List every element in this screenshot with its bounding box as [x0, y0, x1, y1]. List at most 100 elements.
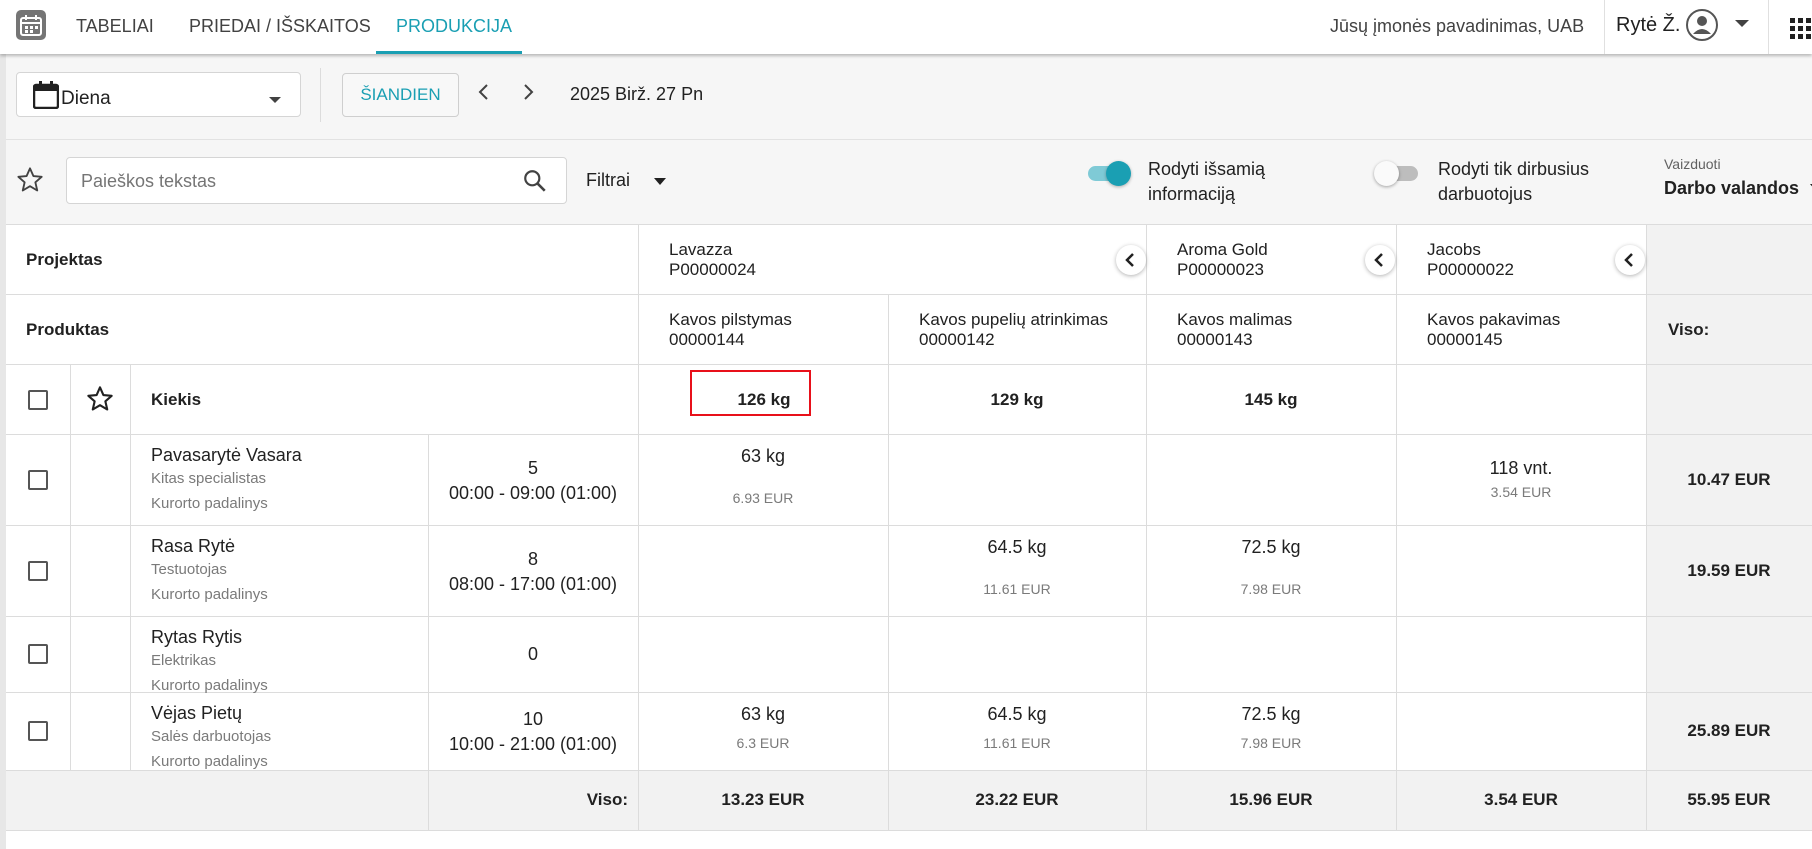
col-divider: [1396, 225, 1397, 830]
chevron-left-icon[interactable]: [476, 82, 492, 107]
row-checkbox[interactable]: [28, 721, 48, 741]
production-value: 64.5 kg: [987, 537, 1047, 557]
employee-name: Rytas Rytis: [151, 627, 243, 647]
company-name[interactable]: Jūsų įmonės pavadinimas, UAB: [1330, 16, 1584, 37]
production-eur: 7.98 EUR: [1240, 581, 1302, 597]
product-name: Kavos pilstymas: [669, 310, 792, 329]
schedule-cell: 8 08:00 - 17:00 (01:00): [428, 547, 638, 597]
employee-info[interactable]: Vėjas Pietų Salės darbuotojas Kurorto pa…: [151, 702, 271, 774]
project-code: P00000024: [669, 260, 756, 279]
product-name: Kavos malimas: [1177, 310, 1293, 329]
tab-priedai-isskaitos[interactable]: PRIEDAI / IŠSKAITOS: [189, 0, 371, 54]
employee-info[interactable]: Pavasarytė Vasara Kitas specialistas Kur…: [151, 444, 302, 516]
divider: [1768, 0, 1769, 54]
production-eur: 6.3 EUR: [736, 735, 790, 751]
project-code: P00000022: [1427, 260, 1514, 279]
row-checkbox[interactable]: [28, 644, 48, 664]
product-kavos-pilstymas: Kavos pilstymas 00000144: [669, 310, 792, 350]
star-icon[interactable]: [86, 385, 114, 418]
employee-unit: Kurorto padalinys: [151, 753, 268, 770]
tab-produkcija[interactable]: PRODUKCIJA: [376, 0, 522, 54]
top-bar: TABELIAI PRIEDAI / IŠSKAITOS PRODUKCIJA …: [0, 0, 1812, 54]
chevron-right-icon[interactable]: [520, 82, 536, 107]
footer-total: 3.54 EUR: [1484, 790, 1558, 809]
calendar-icon: [32, 81, 60, 114]
search-icon[interactable]: [522, 168, 548, 199]
row-divider: [6, 616, 1812, 617]
quantity-value: 129 kg: [990, 390, 1044, 409]
project-code: P00000023: [1177, 260, 1264, 279]
chevron-down-icon: [269, 97, 281, 103]
production-eur: 11.61 EUR: [983, 581, 1051, 597]
schedule-cell: 0: [428, 642, 638, 667]
apps-grid-icon[interactable]: [1790, 18, 1812, 45]
employee-role: Kitas specialistas: [151, 470, 267, 487]
row-divider: [6, 364, 1812, 365]
details-toggle[interactable]: [1084, 160, 1132, 186]
project-header: Projektas: [26, 250, 103, 269]
production-eur: 3.54 EUR: [1490, 483, 1552, 500]
col-divider: [130, 364, 131, 770]
worked-only-toggle-label: Rodyti tik dirbusius darbuotojus: [1438, 157, 1589, 207]
schedule-cell: 5 00:00 - 09:00 (01:00): [428, 456, 638, 506]
project-jacobs[interactable]: Jacobs P00000022: [1427, 240, 1514, 280]
project-name: Lavazza: [669, 240, 733, 259]
hours: 10: [522, 709, 544, 729]
star-icon[interactable]: [16, 166, 44, 199]
employee-unit: Kurorto padalinys: [151, 495, 268, 512]
employee-role: Testuotojas: [151, 561, 227, 578]
search-input[interactable]: [81, 168, 501, 194]
total-column-bg: [1647, 225, 1812, 770]
display-select[interactable]: Vaizduoti Darbo valandos: [1664, 156, 1812, 206]
tab-tabeliai[interactable]: TABELIAI: [76, 0, 154, 54]
product-code: 00000144: [669, 330, 745, 349]
project-lavazza[interactable]: Lavazza P00000024: [669, 240, 756, 280]
employee-role: Elektrikas: [151, 652, 217, 669]
row-divider: [6, 830, 1812, 831]
production-value: 118 vnt.: [1489, 457, 1553, 478]
select-all-checkbox[interactable]: [28, 390, 48, 410]
row-checkbox[interactable]: [28, 560, 48, 581]
footer-grand-total: 55.95 EUR: [1687, 790, 1771, 809]
row-checkbox[interactable]: [28, 469, 48, 490]
divider: [320, 68, 321, 122]
row-total: 10.47 EUR: [1687, 469, 1771, 489]
product-kavos-pakavimas: Kavos pakavimas 00000145: [1427, 310, 1560, 350]
details-toggle-label-line1: Rodyti išsamią: [1148, 159, 1266, 179]
footer-total: 15.96 EUR: [1229, 790, 1313, 809]
product-kavos-malimas: Kavos malimas 00000143: [1177, 310, 1292, 350]
highlight-box: [690, 370, 811, 416]
employee-info[interactable]: Rasa Rytė Testuotojas Kurorto padalinys: [151, 535, 268, 607]
project-aroma-gold[interactable]: Aroma Gold P00000023: [1177, 240, 1268, 280]
collapse-chevron-left-icon[interactable]: [1615, 245, 1645, 275]
hours: 8: [527, 548, 538, 569]
display-select-value: Darbo valandos: [1664, 178, 1800, 198]
user-menu-chevron-down-icon[interactable]: [1735, 20, 1749, 27]
employee-name: Vėjas Pietų: [151, 703, 243, 723]
footer-total: 23.22 EUR: [975, 790, 1059, 809]
view-select[interactable]: Diena: [16, 72, 301, 117]
employee-info[interactable]: Rytas Rytis Elektrikas Kurorto padalinys: [151, 626, 268, 698]
footer-total: 13.23 EUR: [721, 790, 805, 809]
collapse-chevron-left-icon[interactable]: [1365, 245, 1395, 275]
schedule: 08:00 - 17:00 (01:00): [448, 573, 618, 594]
calendar-app-icon[interactable]: [16, 10, 46, 40]
hours: 0: [527, 644, 538, 664]
worked-only-toggle[interactable]: [1374, 160, 1422, 186]
user-name[interactable]: Rytė Ž.: [1616, 14, 1680, 37]
employee-unit: Kurorto padalinys: [151, 586, 268, 603]
filters-dropdown[interactable]: Filtrai: [586, 170, 676, 196]
user-avatar-icon[interactable]: [1685, 8, 1719, 47]
project-name: Aroma Gold: [1177, 240, 1268, 259]
quantity-label: Kiekis: [151, 390, 202, 409]
product-header: Produktas: [26, 320, 110, 339]
product-code: 00000143: [1177, 330, 1253, 349]
production-value: 72.5 kg: [1241, 704, 1301, 724]
today-button[interactable]: ŠIANDIEN: [342, 73, 459, 117]
details-toggle-label-line2: informaciją: [1148, 184, 1236, 204]
employee-role: Salės darbuotojas: [151, 728, 272, 745]
search-box[interactable]: [66, 157, 567, 204]
view-select-value: Diena: [61, 88, 111, 109]
collapse-chevron-left-icon[interactable]: [1116, 245, 1146, 275]
production-eur: 7.98 EUR: [1240, 735, 1302, 751]
